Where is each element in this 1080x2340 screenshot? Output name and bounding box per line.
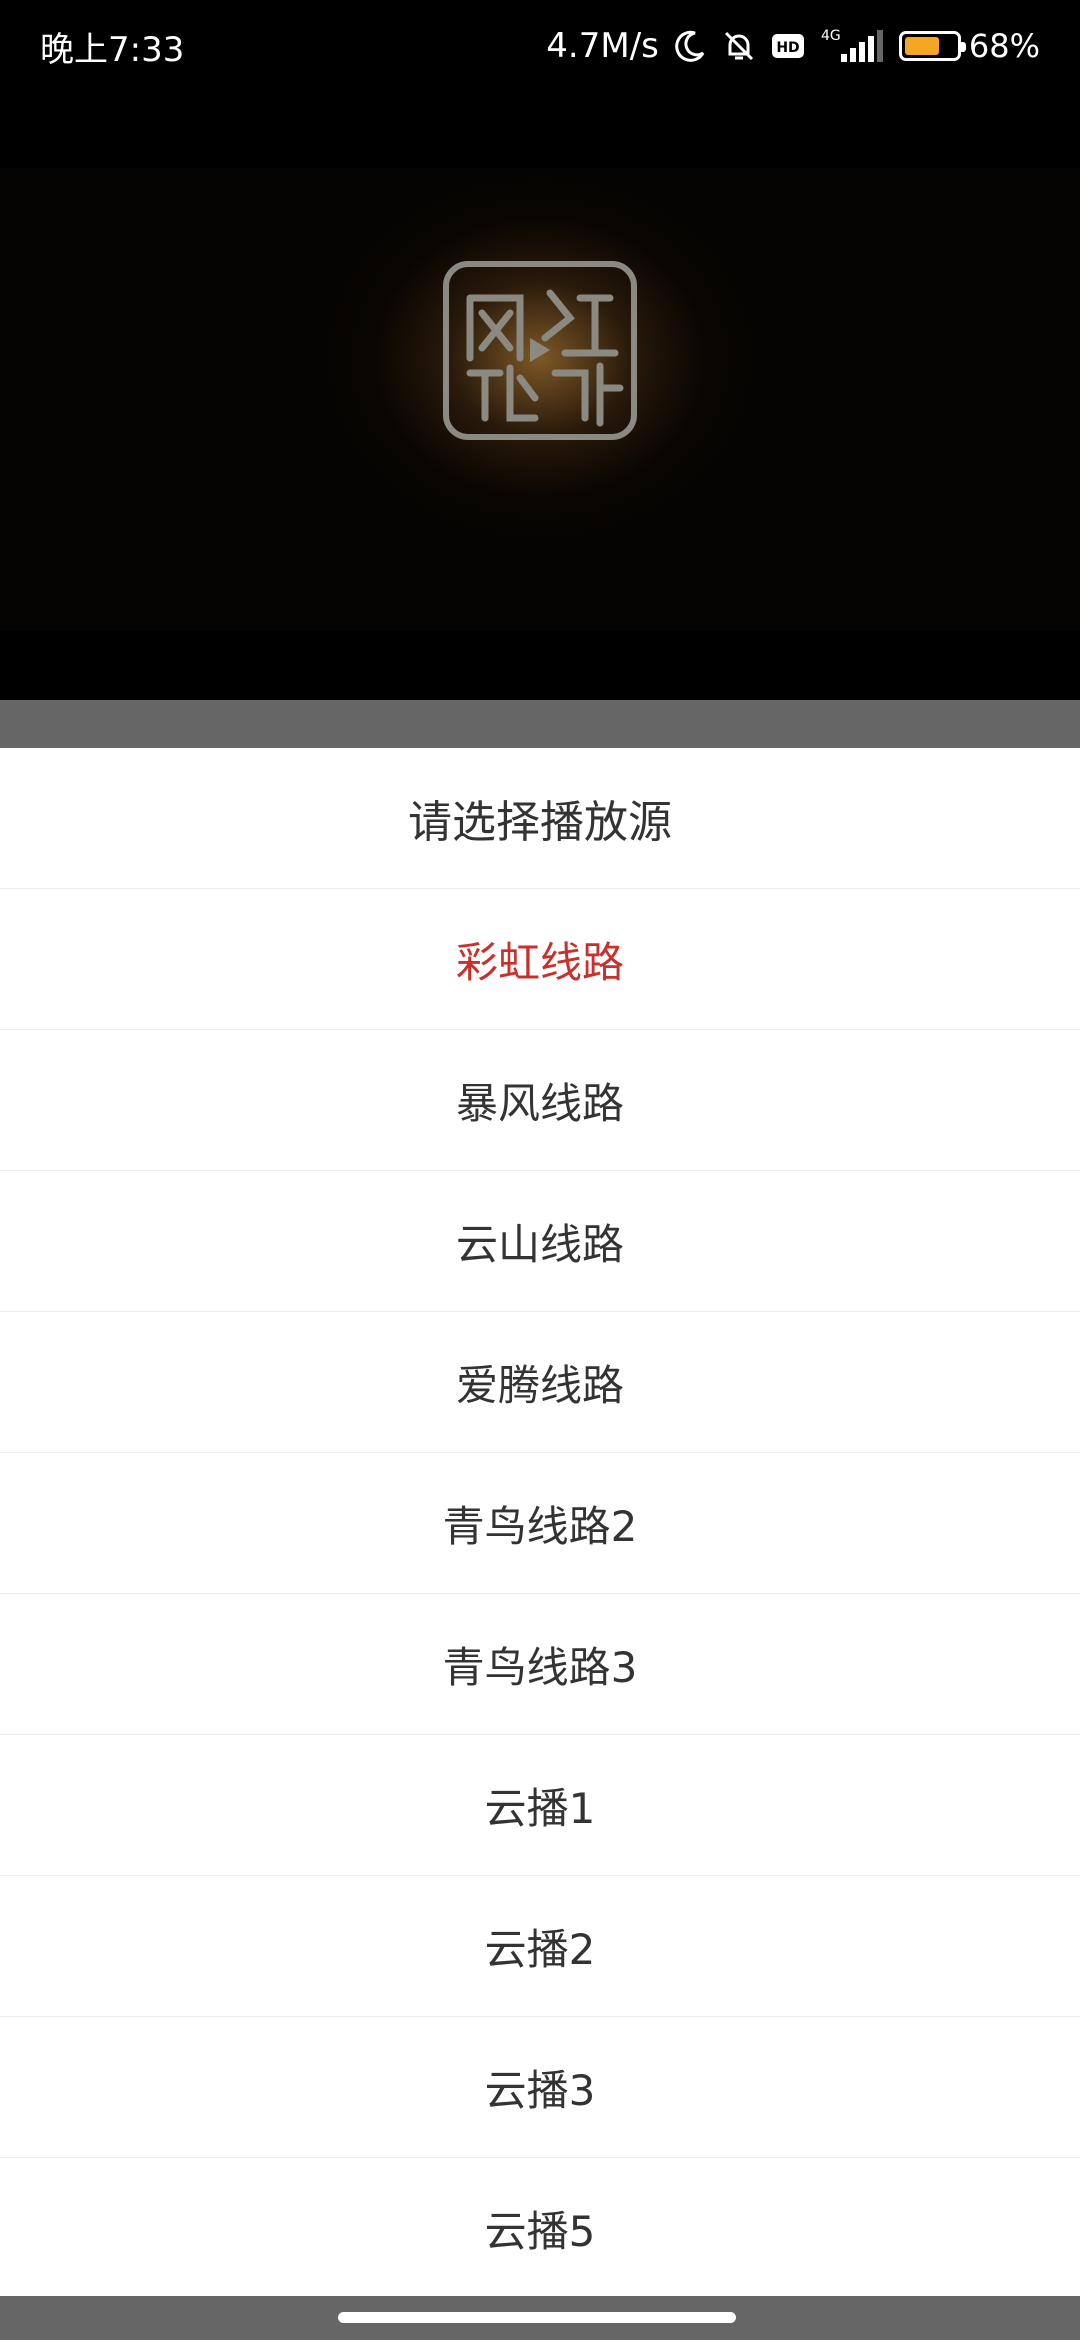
hd-label: HD: [776, 40, 799, 56]
home-indicator[interactable]: [338, 2312, 736, 2323]
battery-indicator: 68%: [898, 27, 1040, 65]
navigation-bar: [0, 2296, 1080, 2340]
battery-fill: [904, 37, 939, 55]
network-type-label: 4G: [821, 28, 841, 44]
source-option[interactable]: 彩虹线路: [0, 889, 1080, 1030]
source-option[interactable]: 青鸟线路3: [0, 1594, 1080, 1735]
hd-icon: HD: [771, 31, 805, 61]
source-option[interactable]: 爱腾线路: [0, 1312, 1080, 1453]
source-options-list: 彩虹线路 暴风线路 云山线路 爱腾线路 青鸟线路2 青鸟线路3 云播1 云播2 …: [0, 889, 1080, 2299]
screen: 晚上7:33 4.7M/s HD 4G 68% 请选择播放源 彩虹线路 暴风线路…: [0, 0, 1080, 2340]
bell-off-icon: [721, 28, 757, 64]
fengying-logo-icon: [443, 261, 637, 440]
battery-percent: 68%: [968, 27, 1040, 65]
source-option[interactable]: 云播5: [0, 2158, 1080, 2299]
dim-overlay[interactable]: [0, 700, 1080, 748]
source-option[interactable]: 云播3: [0, 2017, 1080, 2158]
signal-4g-icon: 4G: [819, 26, 885, 66]
network-speed: 4.7M/s: [546, 26, 659, 66]
video-player[interactable]: [0, 168, 1080, 630]
moon-icon: [673, 29, 707, 63]
source-option[interactable]: 云山线路: [0, 1171, 1080, 1312]
status-bar: 晚上7:33 4.7M/s HD 4G 68%: [0, 0, 1080, 92]
source-option[interactable]: 青鸟线路2: [0, 1453, 1080, 1594]
sheet-title: 请选择播放源: [0, 748, 1080, 889]
source-option[interactable]: 云播2: [0, 1876, 1080, 2017]
source-option[interactable]: 云播1: [0, 1735, 1080, 1876]
status-icons: 4.7M/s HD 4G 68%: [546, 26, 1040, 66]
source-option[interactable]: 暴风线路: [0, 1030, 1080, 1171]
status-time: 晚上7:33: [40, 29, 185, 70]
battery-icon: [898, 31, 966, 61]
source-select-sheet: 请选择播放源 彩虹线路 暴风线路 云山线路 爱腾线路 青鸟线路2 青鸟线路3 云…: [0, 748, 1080, 2296]
